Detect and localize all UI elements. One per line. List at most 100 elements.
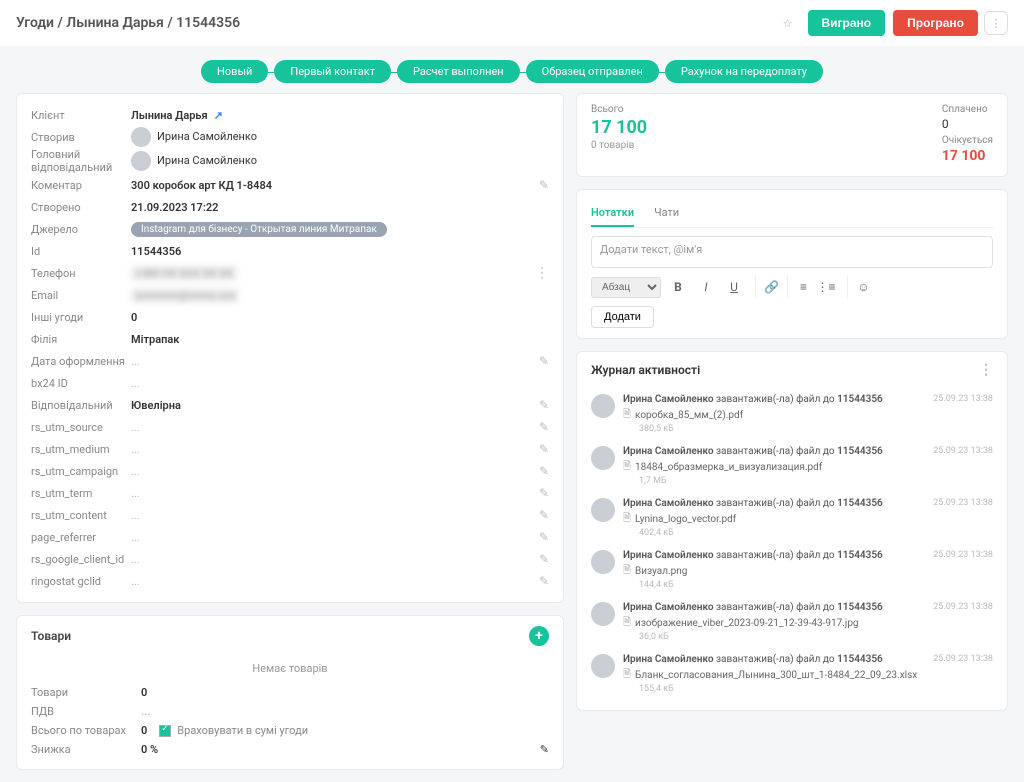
label: Філія [31, 333, 131, 346]
label: Id [31, 245, 131, 258]
products-panel: Товари+ Немає товарів Товари0 ПДВ... Всь… [16, 615, 564, 770]
list-ordered-icon[interactable]: ≡ [787, 276, 809, 298]
activity-item: Ирина Самойленко завантажив(-ла) файл до… [591, 648, 993, 700]
label: Коментар [31, 179, 131, 192]
file-size: 380,5 кБ [639, 424, 925, 434]
activity-timestamp: 25.09.23 13:38 [933, 498, 993, 538]
file-icon: 🗎 [623, 563, 631, 580]
tab-notes[interactable]: Нотатки [591, 200, 634, 227]
activity-item: Ирина Самойленко завантажив(-ла) файл до… [591, 596, 993, 648]
bold-icon[interactable]: B [667, 276, 689, 298]
responsible-value: Ирина Самойленко [131, 151, 549, 171]
more-icon[interactable]: ⋮ [984, 11, 1008, 35]
activity-panel: Журнал активності ⋮ Ирина Самойленко зава… [576, 351, 1008, 711]
order-date-value: ... [131, 355, 539, 368]
label: rs_utm_term [31, 487, 131, 500]
label: Створив [31, 131, 131, 144]
lose-button[interactable]: Програно [893, 10, 978, 36]
waiting-value: 17 100 [942, 148, 993, 164]
activity-item: Ирина Самойленко завантажив(-ла) файл до… [591, 440, 993, 492]
activity-file[interactable]: 🗎коробка_85_мм_(2).pdf [623, 407, 925, 424]
stage[interactable]: Рахунок на передоплату [665, 60, 823, 83]
tab-chats[interactable]: Чати [654, 200, 679, 227]
italic-icon[interactable]: I [695, 276, 717, 298]
include-checkbox[interactable] [159, 725, 171, 737]
pencil-icon[interactable]: ✎ [539, 178, 549, 192]
avatar [131, 151, 151, 171]
paid-label: Сплачено [942, 104, 993, 115]
label: rs_utm_campaign [31, 465, 131, 478]
activity-item: Ирина Самойленко завантажив(-ла) файл до… [591, 492, 993, 544]
star-icon[interactable]: ☆ [776, 11, 800, 35]
file-icon: 🗎 [623, 407, 631, 424]
email-value: xxxxxxxx@xxxxx.xxx [131, 289, 549, 302]
activity-item: Ирина Самойленко завантажив(-ла) файл до… [591, 388, 993, 440]
totals-panel: Всього 17 100 0 товарів Сплачено 0 Очіку… [576, 93, 1008, 177]
label: Знижка [31, 743, 141, 756]
source-chip: Instagram для бізнесу - Открытая линия М… [131, 222, 387, 237]
more-icon[interactable]: ⋮ [535, 265, 549, 281]
pencil-icon[interactable]: ✎ [539, 574, 549, 588]
stage[interactable]: Первый контакт [274, 60, 391, 83]
underline-icon[interactable]: U [723, 276, 745, 298]
file-size: 1,7 МБ [639, 476, 925, 486]
activity-title: Журнал активності [591, 363, 700, 377]
dept-value: Ювелірна [131, 399, 539, 412]
label: Джерело [31, 223, 131, 236]
label: ringostat gclid [31, 575, 131, 588]
utm-source-value: ... [131, 421, 539, 434]
phone-value: +380 XX XXX XX XX [131, 267, 535, 280]
activity-file[interactable]: 🗎Бланк_согласования_Лынина_300_шт_1-8484… [623, 667, 925, 684]
ringostat-value: ... [131, 575, 539, 588]
pencil-icon[interactable]: ✎ [539, 464, 549, 478]
add-product-button[interactable]: + [529, 626, 549, 646]
pencil-icon[interactable]: ✎ [539, 442, 549, 456]
list-unordered-icon[interactable]: ⋮≡ [815, 276, 837, 298]
label: rs_utm_source [31, 421, 131, 434]
products-empty: Немає товарів [31, 654, 549, 683]
note-input[interactable]: Додати текст, @ім'я [591, 236, 993, 268]
activity-timestamp: 25.09.23 13:38 [933, 550, 993, 590]
pencil-icon[interactable]: ✎ [539, 420, 549, 434]
stage[interactable]: Расчет выполнен [397, 60, 520, 83]
win-button[interactable]: Виграно [808, 10, 886, 36]
utm-term-value: ... [131, 487, 539, 500]
total-sub: 0 товарів [591, 140, 647, 151]
label: Головний відповідальний [31, 148, 131, 174]
pencil-icon[interactable]: ✎ [539, 552, 549, 566]
client-value[interactable]: Лынина Дарья↗ [131, 109, 549, 122]
created-at-value: 21.09.2023 17:22 [131, 201, 549, 214]
breadcrumb: Угоди / Лынина Дарья / 11544356 [16, 15, 770, 31]
google-client-value: ... [131, 553, 539, 566]
link-icon[interactable]: 🔗 [755, 276, 777, 298]
file-icon: 🗎 [623, 667, 631, 684]
activity-file[interactable]: 🗎изображение_viber_2023-09-21_12-39-43-9… [623, 615, 925, 632]
stage[interactable]: Образец отправлен [526, 60, 659, 83]
pencil-icon[interactable]: ✎ [540, 743, 549, 756]
stage[interactable]: Новый [201, 60, 268, 83]
pencil-icon[interactable]: ✎ [539, 398, 549, 412]
pencil-icon[interactable]: ✎ [539, 486, 549, 500]
file-icon: 🗎 [623, 511, 631, 528]
pencil-icon[interactable]: ✎ [539, 508, 549, 522]
pencil-icon[interactable]: ✎ [539, 530, 549, 544]
activity-file[interactable]: 🗎18484_образмерка_и_визуализация.pdf [623, 459, 925, 476]
source-value: Instagram для бізнесу - Открытая линия М… [131, 222, 549, 237]
more-icon[interactable]: ⋮ [979, 362, 993, 378]
label: Створено [31, 201, 131, 214]
add-note-button[interactable]: Додати [591, 306, 654, 328]
pencil-icon[interactable]: ✎ [539, 354, 549, 368]
label: Клієнт [31, 109, 131, 122]
format-select[interactable]: Абзац [591, 277, 661, 298]
label: Email [31, 289, 131, 302]
activity-file[interactable]: 🗎Визуал.png [623, 563, 925, 580]
activity-file[interactable]: 🗎Lynina_logo_vector.pdf [623, 511, 925, 528]
external-link-icon[interactable]: ↗ [214, 109, 223, 122]
label: Всього по товарах [31, 724, 141, 737]
emoji-icon[interactable]: ☺ [847, 276, 869, 298]
activity-text: Ирина Самойленко завантажив(-ла) файл до… [623, 550, 925, 561]
avatar [591, 602, 615, 626]
activity-text: Ирина Самойленко завантажив(-ла) файл до… [623, 394, 925, 405]
include-hint: Враховувати в сумі угоди [177, 724, 308, 737]
utm-campaign-value: ... [131, 465, 539, 478]
